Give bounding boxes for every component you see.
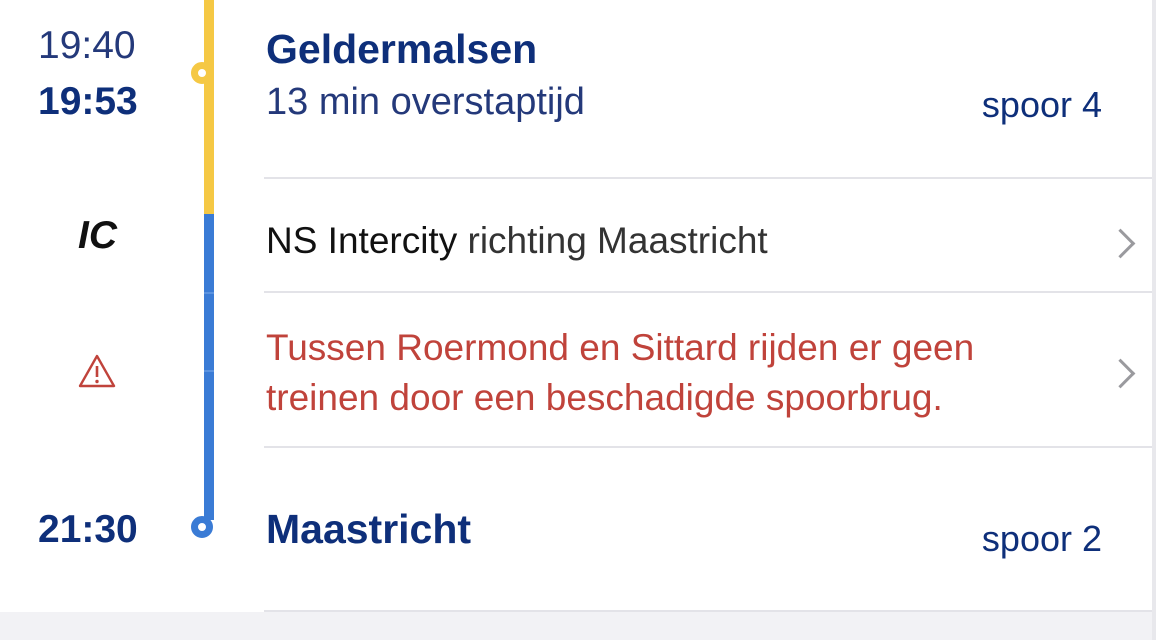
side-margin: [1156, 0, 1170, 640]
warning-triangle-icon: [78, 354, 116, 388]
divider: [264, 446, 1152, 448]
divider: [264, 177, 1152, 179]
disruption-notice-row[interactable]: Tussen Roermond en Sittard rijden er gee…: [264, 293, 1152, 446]
transfer-time-label: 13 min overstaptijd: [266, 81, 585, 123]
arrival-time: 21:30: [38, 508, 138, 551]
chevron-right-icon: [1105, 228, 1136, 259]
route-line-separator: [204, 370, 214, 372]
arrival-platform: spoor 2: [981, 518, 1102, 559]
departure-station-name[interactable]: Geldermalsen: [266, 26, 537, 72]
train-service-label: NS Intercity richting Maastricht: [266, 219, 768, 263]
train-details-row[interactable]: NS Intercity richting Maastricht: [264, 215, 1152, 291]
train-operator: NS Intercity: [266, 220, 458, 261]
journey-leg-panel: 19:40 19:53 Geldermalsen 13 min overstap…: [0, 0, 1152, 612]
chevron-right-icon: [1105, 358, 1136, 389]
route-line-yellow: [204, 0, 214, 214]
arrival-station-name[interactable]: Maastricht: [266, 506, 471, 552]
departure-platform: spoor 4: [981, 84, 1102, 125]
departure-time: 19:53: [38, 80, 138, 123]
page-background: [0, 612, 1152, 640]
route-line-separator: [204, 292, 214, 294]
arrival-time-transfer: 19:40: [38, 24, 136, 67]
route-line-blue: [204, 214, 214, 520]
disruption-message: Tussen Roermond en Sittard rijden er gee…: [266, 327, 975, 418]
stop-marker-arrival: [191, 516, 213, 538]
train-type-badge: IC: [78, 214, 117, 257]
stop-marker-departure: [191, 62, 213, 84]
train-direction: richting Maastricht: [467, 220, 768, 261]
